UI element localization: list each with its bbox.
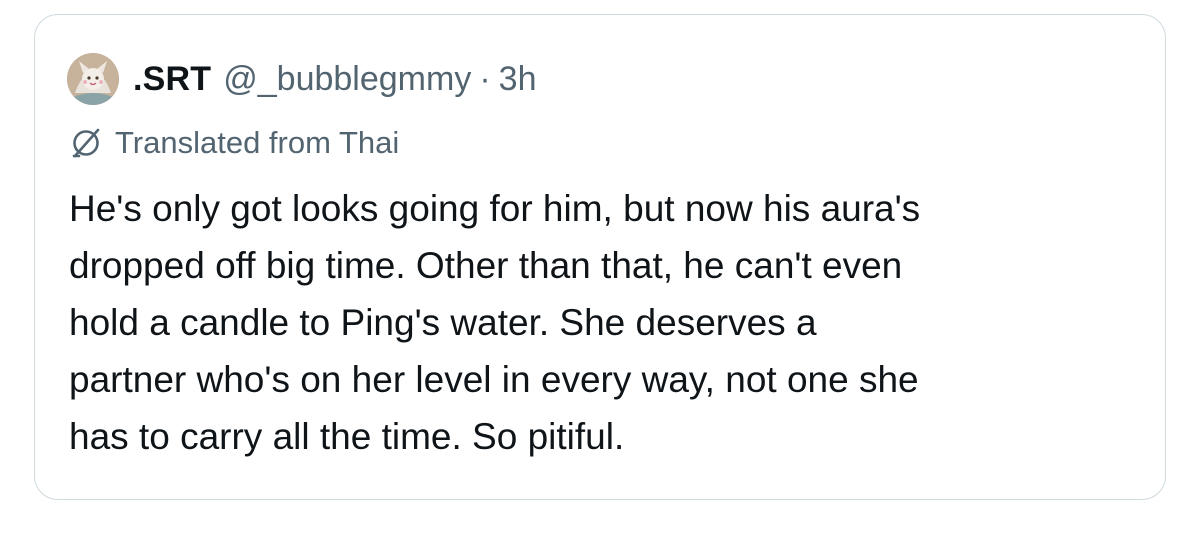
quoted-tweet-card[interactable]: .SRT @_bubblegmmy · 3h Translated from T… — [34, 14, 1166, 500]
tweet-text-line: hold a candle to Ping's water. She deser… — [69, 302, 817, 343]
avatar[interactable] — [67, 53, 119, 105]
translation-notice: Translated from Thai — [69, 119, 399, 167]
timestamp[interactable]: 3h — [499, 60, 537, 99]
tweet-text-line: has to carry all the time. So pitiful. — [69, 416, 625, 457]
translate-globe-icon — [69, 126, 103, 160]
user-handle[interactable]: @_bubblegmmy — [223, 60, 471, 99]
display-name[interactable]: .SRT — [133, 60, 211, 99]
tweet-text-line: partner who's on her level in every way,… — [69, 359, 919, 400]
separator-dot: · — [479, 59, 491, 98]
tweet-text-line: dropped off big time. Other than that, h… — [69, 245, 903, 286]
tweet-body: He's only got looks going for him, but n… — [69, 180, 1159, 465]
tweet-text-line: He's only got looks going for him, but n… — [69, 188, 921, 229]
tweet-header: .SRT @_bubblegmmy · 3h — [67, 53, 536, 105]
translated-from-label: Translated from Thai — [115, 125, 400, 160]
